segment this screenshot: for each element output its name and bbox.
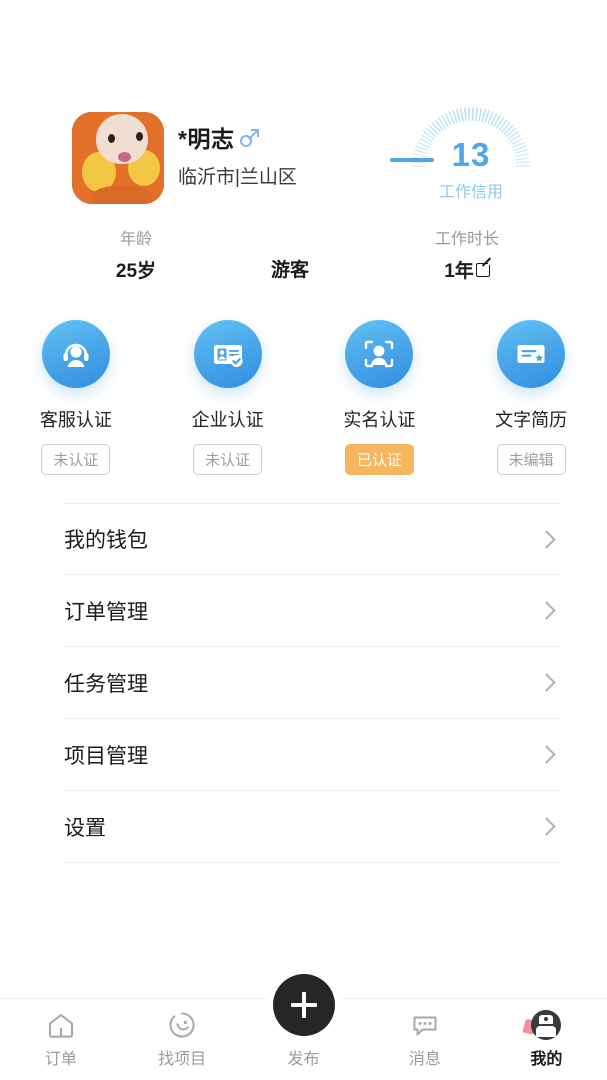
profile-screen: *明志 临沂市|兰山区 13 工作信用 年龄 25岁 游客 工作时长 1年 客服…	[0, 0, 607, 1080]
tab-label: 发布	[287, 1051, 320, 1068]
menu-item-orders[interactable]: 订单管理	[64, 575, 559, 647]
publish-fab-button[interactable]	[272, 974, 335, 1036]
avatar-eye-left	[108, 134, 115, 143]
cert-label: 实名认证	[343, 410, 416, 430]
cert-resume[interactable]: 文字简历 未编辑	[455, 320, 607, 480]
cert-realname[interactable]: 实名认证 已认证	[304, 320, 456, 480]
cert-badge[interactable]: 未编辑	[496, 444, 566, 475]
credit-label: 工作信用	[438, 184, 503, 201]
menu-item-label: 任务管理	[64, 672, 148, 696]
tab-profile[interactable]: 我的	[486, 999, 607, 1069]
stat-age-value: 25岁	[115, 261, 157, 282]
tab-label: 消息	[408, 1051, 441, 1068]
stat-duration-label: 工作时长	[434, 231, 499, 248]
chevron-right-icon	[537, 529, 556, 549]
avatar-chest	[92, 186, 152, 204]
plus-icon	[290, 992, 317, 1018]
avatar[interactable]	[72, 112, 164, 204]
chevron-right-icon	[537, 817, 556, 836]
tab-orders[interactable]: 订单	[0, 999, 121, 1069]
menu-item-label: 设置	[64, 816, 106, 840]
cert-badge[interactable]: 未认证	[193, 444, 263, 475]
face-scan-icon	[345, 320, 414, 388]
stat-duration[interactable]: 工作时长 1年	[412, 225, 522, 283]
cert-enterprise[interactable]: 企业认证 未认证	[152, 320, 304, 480]
cert-label: 企业认证	[191, 410, 264, 430]
menu-item-settings[interactable]: 设置	[64, 791, 559, 863]
cert-label: 客服认证	[39, 410, 112, 430]
cert-customer-service[interactable]: 客服认证 未认证	[0, 320, 152, 480]
home-icon	[46, 1009, 76, 1041]
circle-smiley-icon	[167, 1009, 197, 1041]
user-location: 临沂市|兰山区	[178, 167, 297, 188]
id-card-check-icon	[193, 320, 262, 388]
cert-badge[interactable]: 已认证	[344, 444, 414, 475]
headset-support-icon	[41, 320, 110, 388]
certificate-star-icon	[497, 320, 566, 388]
menu-item-wallet[interactable]: 我的钱包	[64, 503, 559, 575]
menu-list: 我的钱包 订单管理 任务管理 项目管理 设置	[64, 503, 559, 863]
chevron-right-icon	[537, 601, 556, 620]
tab-find-projects[interactable]: 找项目	[121, 999, 242, 1069]
menu-item-label: 项目管理	[64, 744, 148, 768]
stat-role: 游客	[238, 255, 342, 282]
menu-item-label: 订单管理	[64, 600, 148, 624]
certification-row: 客服认证 未认证 企业认证 未认证 实名认证 已认证 文字简历 未编辑	[0, 320, 607, 480]
cert-badge[interactable]: 未认证	[41, 444, 111, 475]
work-credit-gauge[interactable]: 13 工作信用	[390, 100, 546, 205]
chevron-right-icon	[537, 673, 556, 692]
stat-duration-value: 1年	[444, 261, 474, 282]
stat-duration-value-row: 1年	[412, 256, 522, 283]
menu-item-tasks[interactable]: 任务管理	[64, 647, 559, 719]
menu-item-label: 我的钱包	[64, 529, 148, 552]
edit-square-icon[interactable]	[475, 259, 493, 277]
tab-label: 我的	[530, 1051, 563, 1068]
user-name: *明志	[178, 126, 235, 152]
tab-messages[interactable]: 消息	[364, 999, 485, 1069]
tab-label: 找项目	[158, 1051, 207, 1068]
user-avatar-icon	[522, 1009, 562, 1041]
credit-score: 13	[451, 136, 491, 173]
cert-label: 文字简历	[495, 410, 568, 430]
stat-age-label: 年龄	[119, 231, 152, 248]
stats-row: 年龄 25岁 游客 工作时长 1年	[0, 225, 607, 285]
male-symbol-icon	[240, 128, 260, 147]
avatar-nose	[118, 152, 131, 162]
chevron-right-icon	[537, 745, 556, 764]
name-row: *明志	[178, 120, 260, 154]
stat-age: 年龄 25岁	[84, 225, 188, 283]
tab-label: 订单	[44, 1051, 77, 1068]
menu-item-projects[interactable]: 项目管理	[64, 719, 559, 791]
avatar-eye-right	[136, 132, 143, 141]
stat-role-value: 游客	[270, 260, 309, 281]
chat-bubble-icon	[410, 1009, 440, 1041]
